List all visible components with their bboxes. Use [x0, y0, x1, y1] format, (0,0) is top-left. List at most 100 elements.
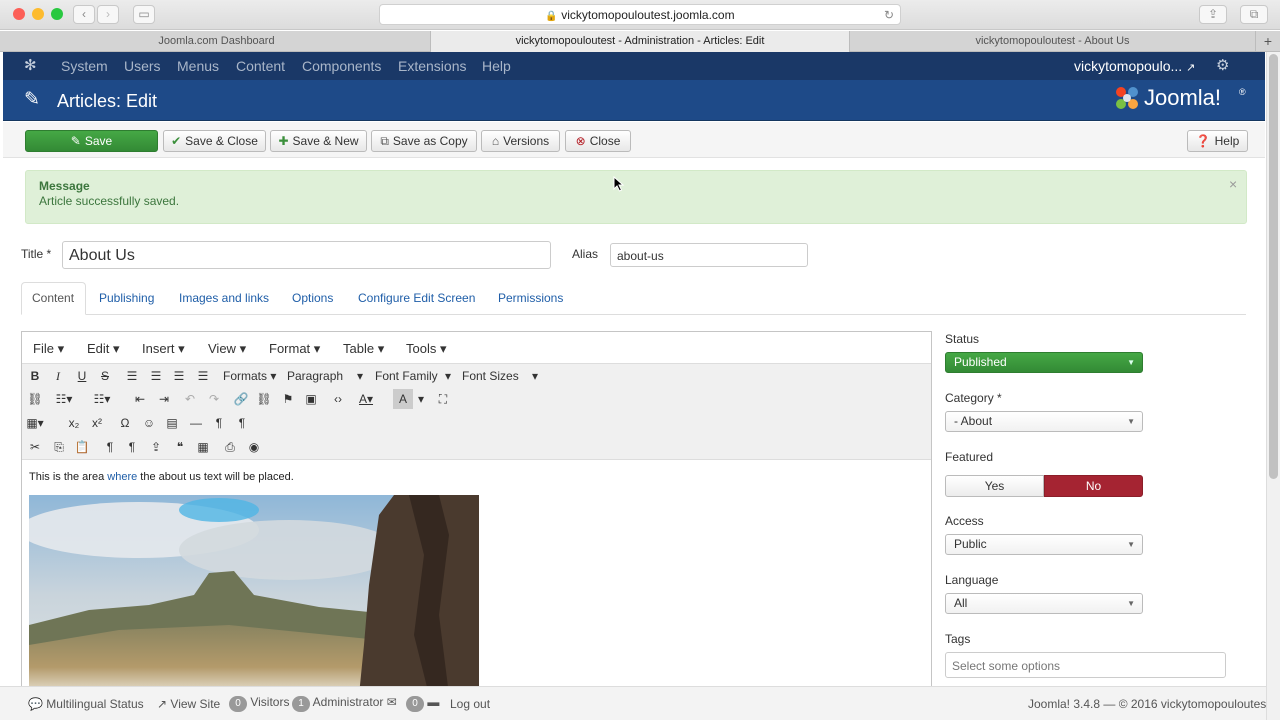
special-character-icon[interactable]: Ω [115, 413, 135, 433]
administrator-status[interactable]: 1 Administrator ✉ [292, 695, 397, 712]
strikethrough-icon[interactable]: S [95, 366, 115, 386]
category-select[interactable]: - About ▼ [945, 411, 1143, 432]
editor-body-link[interactable]: where [107, 471, 137, 483]
rtl-icon[interactable]: ¶ [232, 413, 252, 433]
align-justify-icon[interactable]: ☰ [193, 366, 213, 386]
scrollbar-thumb[interactable] [1269, 54, 1278, 479]
insert-date-icon[interactable]: ⇪ [146, 437, 166, 457]
fullscreen-icon[interactable]: ⛶ [433, 389, 453, 409]
editor-menu-edit[interactable]: Edit ▾ [87, 341, 120, 357]
browser-tab-admin[interactable]: vickytomopouloutest - Administration - A… [431, 31, 850, 52]
tab-permissions[interactable]: Permissions [498, 291, 563, 305]
browser-tab-dashboard[interactable]: Joomla.com Dashboard [3, 31, 431, 52]
cut-icon[interactable]: ✂ [25, 437, 45, 457]
editor-menu-table[interactable]: Table ▾ [343, 341, 384, 357]
featured-yes-button[interactable]: Yes [945, 475, 1044, 497]
zoom-window-button[interactable] [51, 8, 63, 20]
font-family-dropdown[interactable]: Font Family ▾ [371, 366, 453, 386]
editor-menu-tools[interactable]: Tools ▾ [406, 341, 447, 357]
find-replace-icon[interactable]: ⛓ [25, 389, 45, 409]
numbered-list-icon[interactable]: ☷▾ [92, 389, 112, 409]
tab-configure-edit-screen[interactable]: Configure Edit Screen [358, 291, 475, 305]
featured-no-button[interactable]: No [1044, 475, 1143, 497]
joomla-logo-icon[interactable]: ✻ [24, 56, 37, 74]
reload-icon[interactable]: ↻ [884, 5, 894, 25]
help-button[interactable]: ❓ Help [1187, 130, 1248, 152]
editor-menu-file[interactable]: File ▾ [33, 341, 64, 357]
copy-icon[interactable]: ⎘ [49, 437, 69, 457]
menu-menus[interactable]: Menus [177, 58, 219, 74]
address-bar[interactable]: 🔒 vickytomopouloutest.joomla.com ↻ [379, 4, 901, 25]
article-image[interactable] [29, 495, 479, 690]
background-color-dropdown-icon[interactable]: ▾ [411, 389, 431, 409]
tab-publishing[interactable]: Publishing [99, 291, 154, 305]
close-window-button[interactable] [13, 8, 25, 20]
outdent-icon[interactable]: ⇤ [130, 389, 150, 409]
title-input[interactable]: About Us [62, 241, 551, 269]
close-button[interactable]: ⊗ Close [565, 130, 631, 152]
tab-content[interactable]: Content [32, 291, 74, 305]
editor-menu-insert[interactable]: Insert ▾ [142, 341, 185, 357]
underline-icon[interactable]: U [72, 366, 92, 386]
access-select[interactable]: Public ▼ [945, 534, 1143, 555]
editor-menu-view[interactable]: View ▾ [208, 341, 246, 357]
alias-input[interactable]: about-us [610, 243, 808, 267]
tab-options[interactable]: Options [292, 291, 333, 305]
background-color-icon[interactable]: A [393, 389, 413, 409]
link-icon[interactable]: 🔗 [231, 389, 251, 409]
versions-button[interactable]: ⌂ Versions [481, 130, 560, 152]
save-new-button[interactable]: ✚ Save & New [270, 130, 367, 152]
status-select[interactable]: Published ▼ [945, 352, 1143, 373]
back-button[interactable]: ‹ [73, 5, 95, 24]
menu-components[interactable]: Components [302, 58, 381, 74]
menu-system[interactable]: System [61, 58, 108, 74]
visual-chars-icon[interactable]: ¶ [100, 437, 120, 457]
paste-icon[interactable]: 📋 [72, 437, 92, 457]
visual-blocks-icon[interactable]: ¶ [122, 437, 142, 457]
font-sizes-dropdown[interactable]: Font Sizes ▾ [458, 366, 540, 386]
indent-icon[interactable]: ⇥ [154, 389, 174, 409]
page-scrollbar[interactable] [1266, 52, 1280, 720]
print-icon[interactable]: ⎙ [220, 437, 240, 457]
redo-icon[interactable]: ↷ [204, 389, 224, 409]
forward-button[interactable]: › [97, 5, 119, 24]
unlink-icon[interactable]: ⛓ [254, 389, 274, 409]
visitors-status[interactable]: 0 Visitors [229, 695, 289, 712]
undo-icon[interactable]: ↶ [180, 389, 200, 409]
preview-icon[interactable]: ◉ [244, 437, 264, 457]
align-right-icon[interactable]: ☰ [169, 366, 189, 386]
user-menu[interactable]: vickytomopoulo... ↗ [1074, 58, 1195, 74]
sidebar-toggle-icon[interactable]: ▭ [133, 5, 155, 24]
template-icon[interactable]: ▦ [193, 437, 213, 457]
messages-status[interactable]: 0 ▬ [406, 695, 439, 712]
menu-users[interactable]: Users [124, 58, 161, 74]
gear-icon[interactable]: ⚙ [1216, 56, 1229, 74]
table-icon[interactable]: ▦▾ [25, 413, 45, 433]
logout-link[interactable]: Log out [450, 697, 490, 711]
text-color-icon[interactable]: A▾ [356, 389, 376, 409]
subscript-icon[interactable]: x₂ [64, 413, 84, 433]
code-icon[interactable]: ‹› [328, 389, 348, 409]
bold-icon[interactable]: B [25, 366, 45, 386]
menu-extensions[interactable]: Extensions [398, 58, 466, 74]
ltr-icon[interactable]: ¶ [209, 413, 229, 433]
align-center-icon[interactable]: ☰ [146, 366, 166, 386]
media-icon[interactable]: ▤ [162, 413, 182, 433]
save-copy-button[interactable]: ⧉ Save as Copy [371, 130, 477, 152]
language-select[interactable]: All ▼ [945, 593, 1143, 614]
save-close-button[interactable]: ✔ Save & Close [163, 130, 266, 152]
menu-help[interactable]: Help [482, 58, 511, 74]
superscript-icon[interactable]: x² [87, 413, 107, 433]
save-button[interactable]: ✎ Save [25, 130, 158, 152]
tab-images-links[interactable]: Images and links [179, 291, 269, 305]
italic-icon[interactable]: I [48, 366, 68, 386]
horizontal-rule-icon[interactable]: — [186, 413, 206, 433]
tags-input[interactable]: Select some options [945, 652, 1226, 678]
emoticons-icon[interactable]: ☺ [139, 413, 159, 433]
message-close-icon[interactable]: × [1229, 176, 1237, 192]
menu-content[interactable]: Content [236, 58, 285, 74]
blockquote-icon[interactable]: ❝ [170, 437, 190, 457]
new-tab-icon[interactable]: + [1256, 31, 1280, 52]
formats-dropdown[interactable]: Formats ▾ [219, 366, 281, 386]
editor-body-text[interactable]: This is the area where the about us text… [29, 471, 294, 483]
